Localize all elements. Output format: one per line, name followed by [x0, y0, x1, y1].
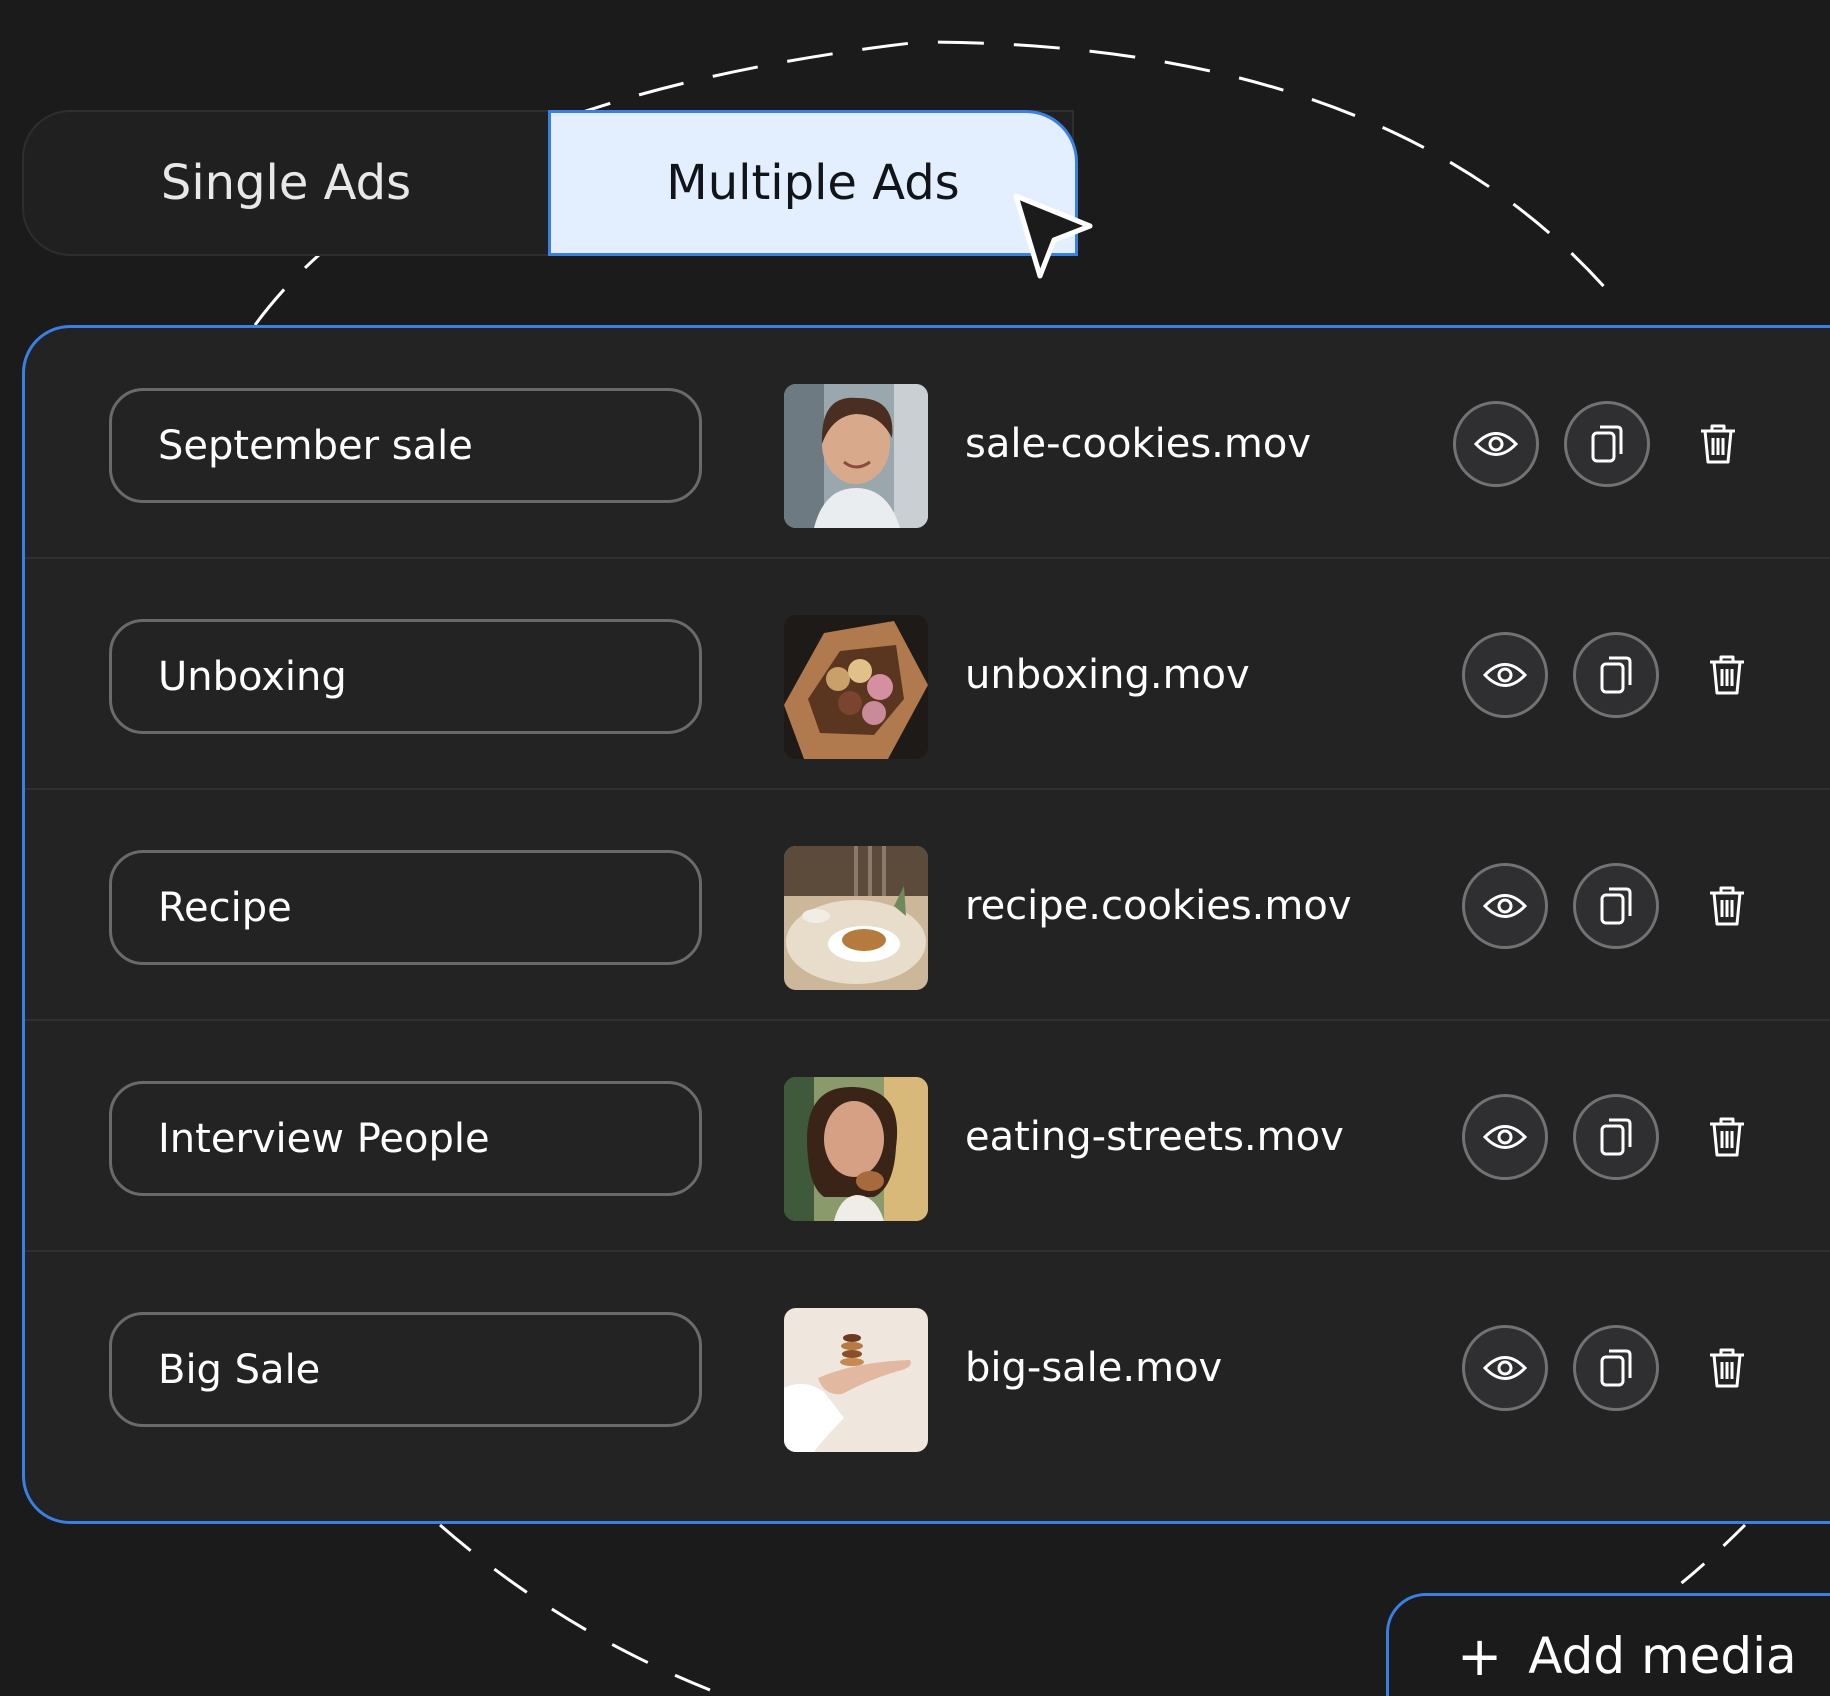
hand-holding-cookies-image	[784, 1308, 928, 1452]
media-thumbnail	[784, 615, 928, 759]
copy-icon	[1600, 656, 1632, 694]
woman-smiling-image	[784, 384, 928, 528]
ad-name-field[interactable]: September sale	[109, 388, 702, 503]
tab-multiple-ads[interactable]: Multiple Ads	[548, 110, 1078, 256]
tab-multiple-ads-label: Multiple Ads	[666, 155, 960, 211]
duplicate-button[interactable]	[1573, 1325, 1659, 1411]
ad-name-field[interactable]: Interview People	[109, 1081, 702, 1196]
media-thumbnail	[784, 384, 928, 528]
ad-name-field[interactable]: Big Sale	[109, 1312, 702, 1427]
trash-icon	[1701, 424, 1735, 464]
preview-button[interactable]	[1453, 401, 1539, 487]
add-media-label: Add media	[1528, 1627, 1797, 1685]
copy-icon	[1591, 425, 1623, 463]
ad-row: Interview People eating-streets.mov	[25, 1021, 1830, 1252]
preview-button[interactable]	[1462, 1094, 1548, 1180]
delete-button[interactable]	[1697, 1325, 1757, 1411]
eye-icon	[1483, 663, 1527, 687]
mouse-pointer-icon	[1013, 193, 1093, 279]
ad-row: Recipe recipe.cookies.mov	[25, 790, 1830, 1021]
duplicate-button[interactable]	[1573, 863, 1659, 949]
eye-icon	[1483, 1356, 1527, 1380]
ad-row: Unboxing unboxing.mov	[25, 559, 1830, 790]
copy-icon	[1600, 1118, 1632, 1156]
ad-name-field[interactable]: Recipe	[109, 850, 702, 965]
ad-row: Big Sale big-sale.mov	[25, 1252, 1830, 1483]
trash-icon	[1710, 655, 1744, 695]
duplicate-button[interactable]	[1573, 632, 1659, 718]
preview-button[interactable]	[1462, 863, 1548, 949]
ad-name-field[interactable]: Unboxing	[109, 619, 702, 734]
media-filename: recipe.cookies.mov	[965, 882, 1352, 929]
media-thumbnail	[784, 846, 928, 990]
eye-icon	[1483, 1125, 1527, 1149]
cafe-table-image	[784, 846, 928, 990]
cookie-box-image	[784, 615, 928, 759]
plus-icon: +	[1457, 1625, 1503, 1688]
trash-icon	[1710, 1117, 1744, 1157]
eye-icon	[1483, 894, 1527, 918]
media-thumbnail	[784, 1077, 928, 1221]
duplicate-button[interactable]	[1564, 401, 1650, 487]
copy-icon	[1600, 1349, 1632, 1387]
woman-eating-image	[784, 1077, 928, 1221]
delete-button[interactable]	[1697, 1094, 1757, 1180]
ads-list-panel: September sale sale-cookies.mov Unboxing…	[22, 325, 1830, 1524]
tab-single-ads[interactable]: Single Ads	[24, 110, 548, 256]
copy-icon	[1600, 887, 1632, 925]
media-filename: sale-cookies.mov	[965, 420, 1311, 467]
delete-button[interactable]	[1697, 632, 1757, 718]
delete-button[interactable]	[1688, 401, 1748, 487]
eye-icon	[1474, 432, 1518, 456]
media-filename: unboxing.mov	[965, 651, 1250, 698]
media-filename: big-sale.mov	[965, 1344, 1223, 1391]
preview-button[interactable]	[1462, 1325, 1548, 1411]
media-filename: eating-streets.mov	[965, 1113, 1344, 1160]
media-thumbnail	[784, 1308, 928, 1452]
tab-single-ads-label: Single Ads	[160, 155, 412, 211]
add-media-button[interactable]: + Add media	[1386, 1593, 1830, 1696]
delete-button[interactable]	[1697, 863, 1757, 949]
trash-icon	[1710, 1348, 1744, 1388]
ad-row: September sale sale-cookies.mov	[25, 328, 1830, 559]
trash-icon	[1710, 886, 1744, 926]
ad-type-tabs: Single Ads Multiple Ads	[22, 110, 1078, 256]
duplicate-button[interactable]	[1573, 1094, 1659, 1180]
preview-button[interactable]	[1462, 632, 1548, 718]
